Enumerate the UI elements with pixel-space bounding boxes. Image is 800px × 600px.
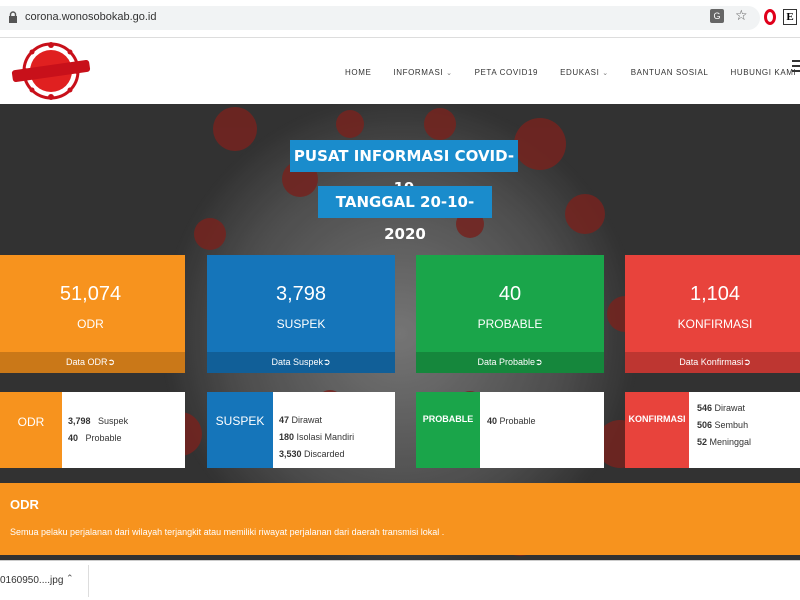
odr-info-panel: ODR Semua pelaku perjalanan dari wilayah… [0, 483, 800, 555]
hero-section: PUSAT INFORMASI COVID-19 TANGGAL 20-10-2… [0, 104, 800, 560]
konfirmasi-label: KONFIRMASI [677, 317, 753, 331]
suspek-count: 3,798 [275, 283, 327, 305]
browser-toolbar: corona.wonosobokab.go.id G ☆ E [0, 0, 800, 38]
odr-info-heading: ODR [10, 497, 39, 512]
translate-icon[interactable]: G [710, 9, 724, 23]
detail-row: 506 Sembuh [697, 420, 749, 430]
detail-tag-konfirmasi: KONFIRMASI [625, 392, 689, 468]
data-odr-link[interactable]: Data ODR➲ [0, 352, 185, 373]
detail-row: 40 Probable [68, 433, 122, 443]
opera-extension-icon[interactable] [764, 9, 776, 25]
data-probable-link[interactable]: Data Probable➲ [416, 352, 604, 373]
page-title: PUSAT INFORMASI COVID-19 [290, 140, 518, 197]
menu-toggle-icon[interactable] [792, 60, 800, 74]
lock-icon [9, 11, 17, 23]
detail-row: 52 Meninggal [697, 437, 752, 447]
extension-e-icon[interactable]: E [783, 9, 797, 25]
detail-box-probable: PROBABLE 40 Probable [416, 392, 604, 468]
chevron-down-icon: ⌄ [446, 69, 453, 77]
nav-bantuan-sosial[interactable]: BANTUAN SOSIAL [631, 68, 709, 77]
arrow-circle-right-icon: ➲ [535, 357, 543, 367]
url-text: corona.wonosobokab.go.id [25, 11, 157, 23]
bookmark-star-icon[interactable]: ☆ [735, 7, 748, 24]
konfirmasi-count: 1,104 [689, 283, 741, 305]
main-nav: HOME INFORMASI ⌄ PETA COVID19 EDUKASI ⌄ … [345, 65, 800, 79]
site-header: HOME INFORMASI ⌄ PETA COVID19 EDUKASI ⌄ … [0, 38, 800, 104]
detail-box-suspek: SUSPEK 47 Dirawat 180 Isolasi Mandiri 3,… [207, 392, 395, 468]
stat-card-konfirmasi: 1,104 KONFIRMASI Data Konfirmasi➲ [625, 255, 800, 373]
nav-edukasi[interactable]: EDUKASI ⌄ [560, 68, 609, 77]
detail-lines: 3,798 Suspek 40 Probable [68, 413, 128, 447]
detail-lines: 546 Dirawat 506 Sembuh 52 Meninggal [697, 400, 751, 451]
nav-informasi[interactable]: INFORMASI ⌄ [393, 68, 452, 77]
covid19-logo[interactable] [10, 42, 92, 100]
chevron-up-icon[interactable]: ⌃ [66, 573, 74, 584]
detail-box-odr: ODR 3,798 Suspek 40 Probable [0, 392, 185, 468]
download-shelf: 0160950....jpg ⌃ [0, 560, 800, 600]
date-badge: TANGGAL 20-10-2020 [318, 186, 492, 243]
divider [88, 565, 89, 597]
detail-tag-odr: ODR [0, 392, 62, 468]
probable-label: PROBABLE [477, 317, 543, 331]
odr-info-text: Semua pelaku perjalanan dari wilayah ter… [10, 527, 445, 537]
detail-lines: 40 Probable [487, 413, 536, 430]
detail-tag-suspek: SUSPEK [207, 392, 273, 468]
download-item[interactable]: 0160950....jpg [0, 575, 63, 586]
arrow-circle-right-icon: ➲ [743, 357, 751, 367]
chevron-down-icon: ⌄ [602, 69, 609, 77]
stat-card-probable: 40 PROBABLE Data Probable➲ [416, 255, 604, 373]
detail-row: 546 Dirawat [697, 403, 746, 413]
data-konfirmasi-link[interactable]: Data Konfirmasi➲ [625, 352, 800, 373]
odr-count: 51,074 [59, 283, 122, 305]
nav-home[interactable]: HOME [345, 68, 371, 77]
arrow-circle-right-icon: ➲ [107, 357, 116, 367]
detail-row: 47 Dirawat [279, 415, 323, 425]
suspek-label: SUSPEK [276, 317, 326, 331]
detail-row: 40 Probable [487, 416, 536, 426]
nav-hubungi-kami[interactable]: HUBUNGI KAMI [730, 68, 796, 77]
odr-label: ODR [77, 317, 104, 331]
probable-count: 40 [498, 283, 522, 305]
address-bar[interactable]: corona.wonosobokab.go.id G ☆ [0, 6, 760, 30]
detail-row: 3,798 Suspek [68, 416, 129, 426]
detail-tag-probable: PROBABLE [416, 392, 480, 468]
stat-card-suspek: 3,798 SUSPEK Data Suspek➲ [207, 255, 395, 373]
detail-row: 180 Isolasi Mandiri [279, 432, 355, 442]
nav-peta-covid19[interactable]: PETA COVID19 [475, 68, 539, 77]
arrow-circle-right-icon: ➲ [322, 357, 331, 367]
detail-lines: 47 Dirawat 180 Isolasi Mandiri 3,530 Dis… [279, 412, 354, 463]
stat-card-odr: 51,074 ODR Data ODR➲ [0, 255, 185, 373]
detail-box-konfirmasi: KONFIRMASI 546 Dirawat 506 Sembuh 52 Men… [625, 392, 800, 468]
data-suspek-link[interactable]: Data Suspek➲ [207, 352, 395, 373]
detail-row: 3,530 Discarded [279, 449, 345, 459]
